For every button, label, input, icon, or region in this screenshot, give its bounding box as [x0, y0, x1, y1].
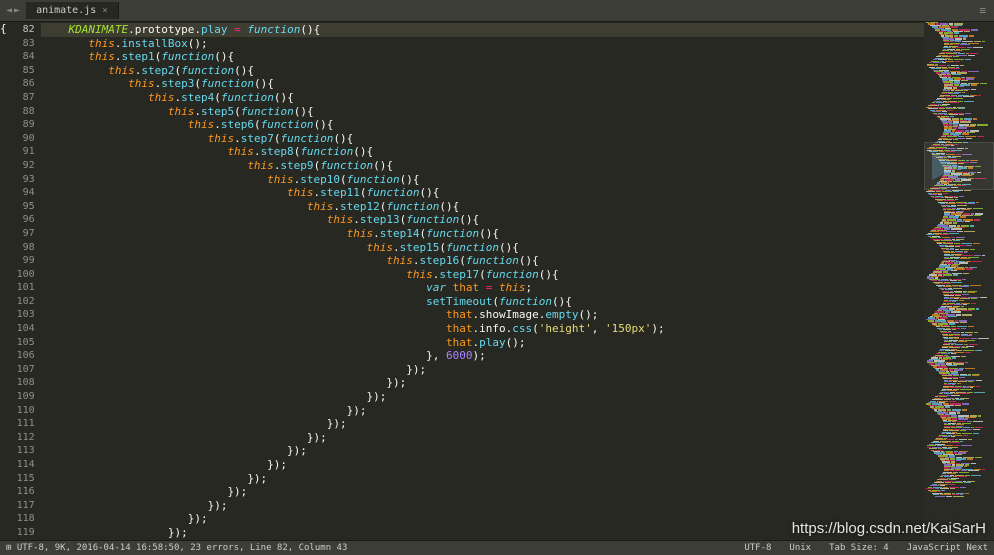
line-number: 93	[7, 173, 35, 187]
line-number: 101	[7, 281, 35, 295]
line-number: 98	[7, 241, 35, 255]
nav-arrows: ◄ ►	[0, 5, 26, 16]
line-number: 86	[7, 77, 35, 91]
code-line[interactable]: });	[49, 472, 924, 486]
line-number: 108	[7, 376, 35, 390]
code-line[interactable]: });	[49, 499, 924, 513]
code-line[interactable]: });	[49, 512, 924, 526]
code-line[interactable]: });	[49, 444, 924, 458]
status-encoding[interactable]: UTF-8	[744, 543, 771, 553]
code-line[interactable]: this.step4(function(){	[49, 91, 924, 105]
code-area[interactable]: KDANIMATE.prototype.play = function(){ t…	[41, 22, 924, 540]
line-number: 113	[7, 444, 35, 458]
code-line[interactable]: this.step7(function(){	[49, 132, 924, 146]
line-number: 112	[7, 431, 35, 445]
line-number: 82	[7, 23, 35, 37]
code-line[interactable]: this.step16(function(){	[49, 254, 924, 268]
code-line[interactable]: });	[49, 485, 924, 499]
gutter: 8283848586878889909192939495969798991001…	[7, 22, 41, 540]
code-line[interactable]: setTimeout(function(){	[49, 295, 924, 309]
code-line[interactable]: that.showImage.empty();	[49, 308, 924, 322]
line-number: 91	[7, 145, 35, 159]
code-line[interactable]: this.step9(function(){	[49, 159, 924, 173]
line-number: 115	[7, 472, 35, 486]
code-line[interactable]: });	[49, 363, 924, 377]
line-number: 87	[7, 91, 35, 105]
status-left[interactable]: ⊞ UTF-8, 9K, 2016-04-14 16:58:50, 23 err…	[6, 543, 347, 553]
code-line[interactable]: this.step8(function(){	[49, 145, 924, 159]
code-line[interactable]: this.step11(function(){	[49, 186, 924, 200]
line-number: 89	[7, 118, 35, 132]
code-line[interactable]: });	[49, 458, 924, 472]
code-line[interactable]: });	[49, 404, 924, 418]
line-number: 90	[7, 132, 35, 146]
line-number: 100	[7, 268, 35, 282]
code-line[interactable]: this.step2(function(){	[49, 64, 924, 78]
code-line[interactable]: that.play();	[49, 336, 924, 350]
menu-icon[interactable]: ≡	[979, 4, 994, 17]
minimap-viewport[interactable]	[924, 142, 994, 190]
code-line[interactable]: });	[49, 376, 924, 390]
line-number: 103	[7, 308, 35, 322]
line-number: 105	[7, 336, 35, 350]
tab-animate-js[interactable]: animate.js ×	[26, 2, 119, 19]
line-number: 106	[7, 349, 35, 363]
line-number: 116	[7, 485, 35, 499]
line-number: 95	[7, 200, 35, 214]
close-icon[interactable]: ×	[102, 6, 107, 16]
code-line[interactable]: var that = this;	[49, 281, 924, 295]
code-line[interactable]: });	[49, 431, 924, 445]
code-line[interactable]: });	[49, 526, 924, 540]
minimap[interactable]	[924, 22, 994, 540]
line-number: 110	[7, 404, 35, 418]
status-syntax[interactable]: JavaScript Next	[907, 543, 988, 553]
titlebar: ◄ ► animate.js × ≡	[0, 0, 994, 22]
line-number: 85	[7, 64, 35, 78]
line-number: 104	[7, 322, 35, 336]
code-line[interactable]: this.step14(function(){	[49, 227, 924, 241]
code-line[interactable]: this.step5(function(){	[49, 105, 924, 119]
line-number: 99	[7, 254, 35, 268]
code-line[interactable]: });	[49, 417, 924, 431]
code-line[interactable]: this.step1(function(){	[49, 50, 924, 64]
line-number: 84	[7, 50, 35, 64]
line-number: 97	[7, 227, 35, 241]
code-line[interactable]: this.step6(function(){	[49, 118, 924, 132]
line-number: 102	[7, 295, 35, 309]
status-line-ending[interactable]: Unix	[789, 543, 811, 553]
statusbar: ⊞ UTF-8, 9K, 2016-04-14 16:58:50, 23 err…	[0, 540, 994, 555]
line-number: 88	[7, 105, 35, 119]
line-number: 118	[7, 512, 35, 526]
line-number: 96	[7, 213, 35, 227]
line-number: 92	[7, 159, 35, 173]
status-tab-size[interactable]: Tab Size: 4	[829, 543, 889, 553]
code-line[interactable]: this.installBox();	[49, 37, 924, 51]
line-number: 83	[7, 37, 35, 51]
code-line[interactable]: this.step12(function(){	[49, 200, 924, 214]
fold-marker-icon[interactable]: {	[0, 22, 7, 540]
minimap-content	[926, 22, 992, 497]
code-line[interactable]: this.step10(function(){	[49, 173, 924, 187]
code-line[interactable]: this.step15(function(){	[49, 241, 924, 255]
line-number: 109	[7, 390, 35, 404]
code-line[interactable]: });	[49, 390, 924, 404]
line-number: 114	[7, 458, 35, 472]
tab-label: animate.js	[36, 5, 96, 16]
code-line[interactable]: that.info.css('height', '150px');	[49, 322, 924, 336]
line-number: 119	[7, 526, 35, 540]
code-line[interactable]: this.step17(function(){	[49, 268, 924, 282]
line-number: 107	[7, 363, 35, 377]
code-line[interactable]: this.step13(function(){	[49, 213, 924, 227]
back-icon[interactable]: ◄	[6, 5, 12, 16]
code-line[interactable]: }, 6000);	[49, 349, 924, 363]
editor: { 82838485868788899091929394959697989910…	[0, 22, 994, 540]
line-number: 111	[7, 417, 35, 431]
code-line[interactable]: KDANIMATE.prototype.play = function(){	[41, 23, 932, 37]
line-number: 94	[7, 186, 35, 200]
code-line[interactable]: this.step3(function(){	[49, 77, 924, 91]
forward-icon[interactable]: ►	[14, 5, 20, 16]
line-number: 117	[7, 499, 35, 513]
